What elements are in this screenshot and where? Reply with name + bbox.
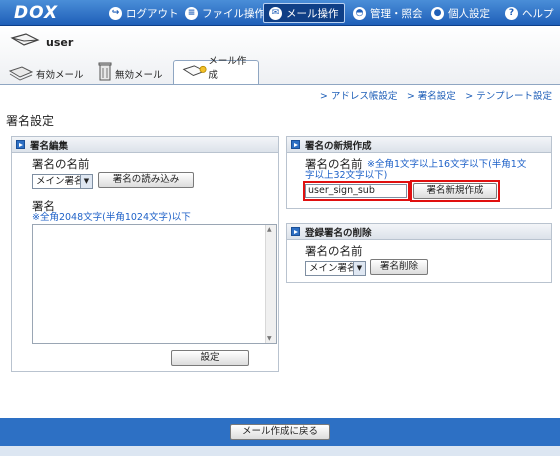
nav-mail-operations[interactable]: ✉ メール操作: [263, 3, 345, 23]
tab-valid-mail-label: 有効メール: [36, 70, 84, 81]
bullet-icon: [291, 140, 300, 149]
nav-logout-label: ログアウト: [126, 7, 179, 20]
nav-personal-settings[interactable]: ● 個人設定: [426, 3, 495, 23]
footer-strip: [0, 446, 560, 456]
delete-select-value: メイン署名: [309, 263, 357, 274]
tab-compose-mail-label: メール作成: [208, 56, 247, 81]
signature-textarea[interactable]: ▲ ▼: [32, 224, 277, 344]
highlight-box: [410, 180, 500, 202]
delete-signature-name-label: 署名の名前: [305, 244, 363, 258]
tab-divider: [0, 84, 560, 85]
user-name: user: [46, 36, 74, 49]
panel-title: 署名編集: [30, 140, 69, 152]
panel-header: 署名の新規作成: [287, 137, 551, 153]
person-icon: ●: [431, 6, 444, 20]
nav-file-operations[interactable]: ≡ ファイル操作: [180, 3, 270, 23]
scroll-up-icon: ▲: [267, 226, 272, 233]
tab-valid-mail[interactable]: 有効メール: [8, 60, 88, 84]
nav-personal-label: 個人設定: [448, 7, 490, 20]
panel-title: 署名の新規作成: [305, 140, 372, 152]
new-signature-note-2: 字以上32文字以下): [305, 170, 388, 181]
back-to-compose-button[interactable]: メール作成に戻る: [230, 424, 330, 440]
signature-select[interactable]: メイン署名 ▼: [32, 174, 93, 189]
scroll-down-icon: ▼: [267, 335, 272, 342]
delete-signature-button[interactable]: 署名削除: [370, 259, 428, 275]
signature-select-value: メイン署名: [36, 176, 84, 187]
highlight-box: [303, 181, 410, 201]
load-signature-button[interactable]: 署名の読み込み: [98, 172, 194, 188]
mail-icon: ✉: [269, 6, 282, 20]
nav-help-label: ヘルプ: [522, 7, 554, 20]
nav-admin[interactable]: ◓ 管理・照会: [348, 3, 428, 23]
delete-signature-select[interactable]: メイン署名 ▼: [305, 261, 366, 276]
tab-invalid-mail[interactable]: 無効メール: [98, 60, 172, 84]
dox-logo: DOX: [14, 3, 59, 23]
bullet-icon: [291, 227, 300, 236]
chevron-down-icon: ▼: [353, 262, 365, 275]
top-navigation-bar: DOX ↪ ログアウト ≡ ファイル操作 ✉ メール操作 ◓ 管理・照会 ● 個人設定 ?…: [0, 0, 560, 26]
chevron-down-icon: ▼: [80, 175, 92, 188]
tab-compose-mail[interactable]: メール作成: [173, 56, 259, 84]
admin-icon: ◓: [353, 6, 366, 20]
help-icon: ?: [505, 6, 518, 20]
bullet-icon: [16, 140, 25, 149]
nav-file-label: ファイル操作: [202, 7, 265, 20]
nav-help[interactable]: ? ヘルプ: [500, 3, 559, 23]
envelope-user-icon: [10, 33, 40, 46]
compose-mail-icon: [182, 65, 207, 77]
nav-logout[interactable]: ↪ ログアウト: [104, 3, 184, 23]
file-icon: ≡: [185, 6, 198, 20]
textarea-scrollbar[interactable]: ▲ ▼: [265, 225, 276, 343]
logout-icon: ↪: [109, 6, 122, 20]
panel-header: 署名編集: [12, 137, 278, 153]
settings-links[interactable]: > アドレス帳設定 > 署名設定 > テンプレート設定: [320, 88, 552, 102]
signature-name-label: 署名の名前: [32, 157, 90, 171]
tab-invalid-mail-label: 無効メール: [115, 70, 163, 81]
save-signature-button[interactable]: 設定: [171, 350, 249, 366]
signature-note: ※全角2048文字(半角1024文字)以下: [32, 212, 191, 223]
mail-stack-icon: [8, 66, 34, 81]
panel-header: 登録署名の削除: [287, 224, 551, 240]
panel-title: 登録署名の削除: [305, 227, 372, 239]
trash-icon: [98, 62, 112, 81]
nav-admin-label: 管理・照会: [370, 7, 423, 20]
new-signature-note-1: ※全角1文字以上16文字以下(半角1文: [367, 159, 527, 170]
page-title: 署名設定: [6, 114, 55, 128]
nav-mail-label: メール操作: [286, 7, 339, 20]
